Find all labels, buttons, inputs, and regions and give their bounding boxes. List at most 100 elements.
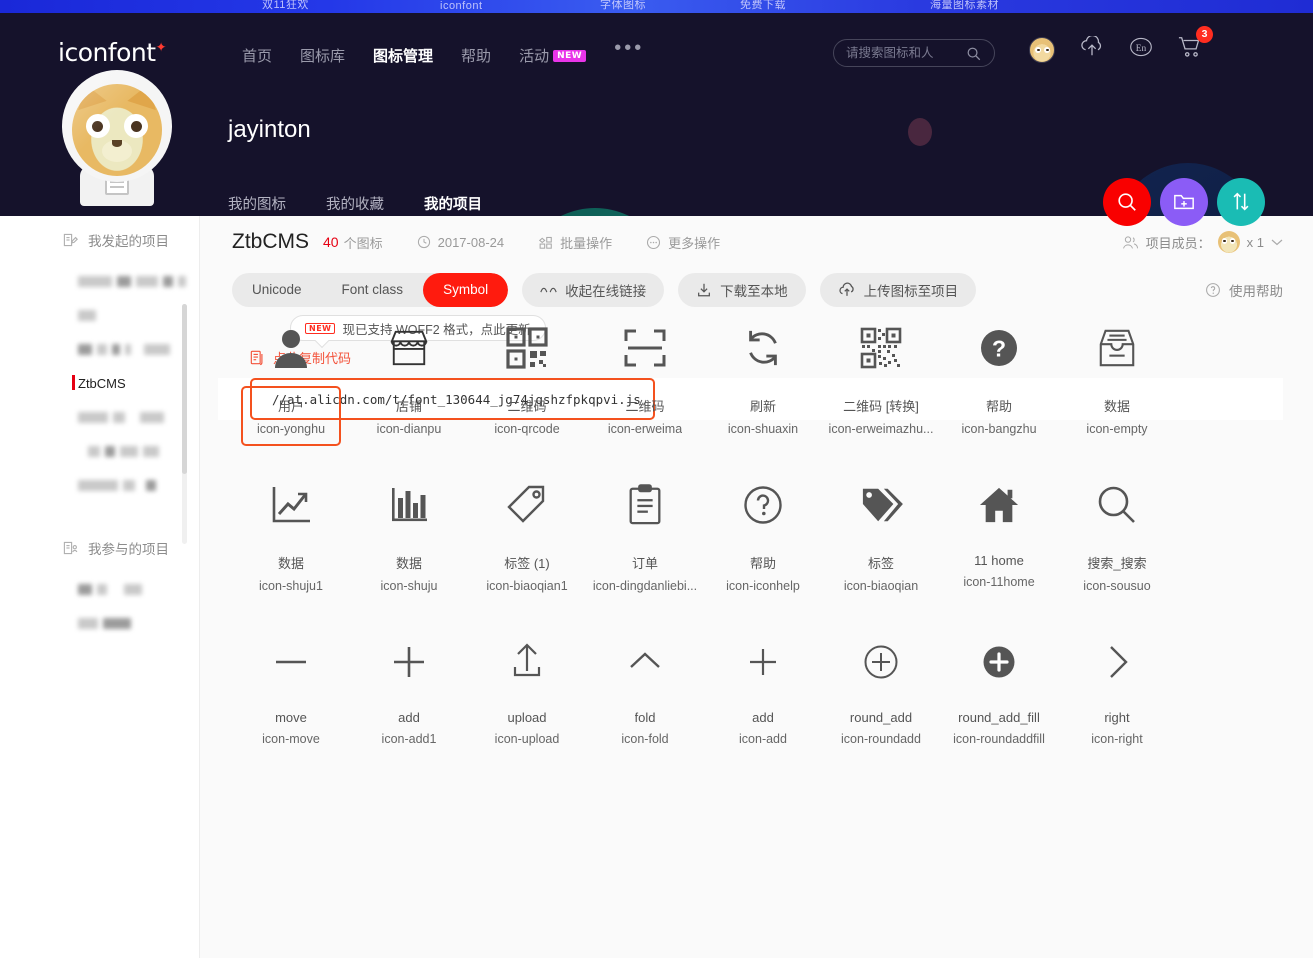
icon-item-dingdanliebiao[interactable]: 订单 icon-dingdanliebi... xyxy=(586,457,704,614)
qrcode-dense-icon xyxy=(860,310,902,386)
icon-code: icon-roundaddfill xyxy=(953,732,1045,746)
icon-item-erweima[interactable]: 二维码 icon-erweima xyxy=(586,300,704,457)
icon-item-shuju[interactable]: 数据 icon-shuju xyxy=(350,457,468,614)
project-date: 2017-08-24 xyxy=(417,234,505,250)
icon-item-shuju1[interactable]: 数据 icon-shuju1 xyxy=(232,457,350,614)
avatar-helmet xyxy=(62,70,172,182)
promo-banner[interactable]: 双11狂欢 iconfont 字体图标 免费下载 海量图标素材 xyxy=(0,0,1313,13)
icon-name: 二维码 xyxy=(625,399,665,414)
sidebar-project-item[interactable] xyxy=(0,606,199,640)
more-operation-button[interactable]: 更多操作 xyxy=(646,233,720,252)
icon-item-upload[interactable]: upload icon-upload xyxy=(468,614,586,771)
chevron-down-icon[interactable] xyxy=(1271,238,1283,246)
tab-label: 我的图标 xyxy=(228,197,286,213)
sidebar-project-item[interactable] xyxy=(0,264,199,298)
nav-item-home[interactable]: 首页 xyxy=(228,41,286,70)
icon-item-bangzhu[interactable]: ? 帮助 icon-bangzhu xyxy=(940,300,1058,457)
icon-item-roundadd[interactable]: round_add icon-roundadd xyxy=(822,614,940,771)
sidebar: 我发起的项目 ZtbCMS 我参与的项目 xyxy=(0,216,200,958)
icon-name: 搜索_搜索 xyxy=(1087,556,1147,571)
tab-label: 我的项目 xyxy=(424,197,482,213)
upload-icons-label: 上传图标至项目 xyxy=(863,284,959,299)
home-icon xyxy=(978,467,1020,543)
ellipsis-circle-icon xyxy=(647,235,661,249)
user-avatar-button[interactable] xyxy=(1029,36,1055,63)
search-input[interactable] xyxy=(846,46,966,60)
avatar-helmet-glass xyxy=(62,70,172,182)
icon-item-11home[interactable]: 11 home icon-11home xyxy=(940,457,1058,614)
usage-help-link[interactable]: 使用帮助 xyxy=(1205,280,1283,300)
tab-my-icons[interactable]: 我的图标 xyxy=(228,193,286,216)
icon-item-right[interactable]: right icon-right xyxy=(1058,614,1176,771)
sidebar-section-joined: 我参与的项目 xyxy=(0,524,199,572)
language-button[interactable]: En xyxy=(1129,35,1153,64)
icon-item-sousuo[interactable]: 搜索_搜索 icon-sousuo xyxy=(1058,457,1176,614)
float-search-button[interactable] xyxy=(1103,178,1151,226)
icon-item-biaoqian[interactable]: 标签 icon-biaoqian xyxy=(822,457,940,614)
upload-button[interactable] xyxy=(1079,34,1105,63)
sidebar-project-item[interactable] xyxy=(0,572,199,606)
icon-item-roundaddfill[interactable]: round_add_fill icon-roundaddfill xyxy=(940,614,1058,771)
nav-item-icon-library[interactable]: 图标库 xyxy=(286,41,359,70)
header-icons: En 3 xyxy=(1029,26,1213,64)
icon-name: 二维码 xyxy=(507,399,547,414)
sidebar-project-item-ztbcms[interactable]: ZtbCMS xyxy=(0,366,199,400)
tab-my-favorites[interactable]: 我的收藏 xyxy=(326,193,384,216)
icon-name: 帮助 xyxy=(985,399,1012,414)
cart-button[interactable]: 3 xyxy=(1177,26,1213,64)
icon-code: icon-add xyxy=(739,732,787,746)
project-members[interactable]: 项目成员： x 1 xyxy=(1122,231,1283,253)
sidebar-project-item[interactable] xyxy=(0,468,199,502)
icon-code: icon-iconhelp xyxy=(726,579,800,593)
language-icon: En xyxy=(1130,37,1152,57)
icon-item-erweimazhuanhuan[interactable]: 二维码 [转换] icon-erweimazhu... xyxy=(822,300,940,457)
sidebar-project-item[interactable] xyxy=(0,332,199,366)
qrcode-icon xyxy=(505,310,549,386)
icon-item-iconhelp[interactable]: 帮助 icon-iconhelp xyxy=(704,457,822,614)
tab-my-projects[interactable]: 我的项目 xyxy=(424,193,482,216)
icon-item-shuaxin[interactable]: 刷新 icon-shuaxin xyxy=(704,300,822,457)
collapse-online-link-label: 收起在线链接 xyxy=(565,284,647,299)
project-date-label: 2017-08-24 xyxy=(437,234,505,250)
line-chart-icon xyxy=(270,467,312,543)
sidebar-project-item[interactable] xyxy=(0,400,199,434)
profile-avatar[interactable] xyxy=(62,70,172,206)
nav-item-help[interactable]: 帮助 xyxy=(447,41,505,70)
page-title: jayinton xyxy=(228,116,311,143)
float-new-project-button[interactable] xyxy=(1160,178,1208,226)
promo-fragment: 双11狂欢 xyxy=(262,0,309,11)
global-search[interactable] xyxy=(833,39,995,67)
batch-operation-button[interactable]: 批量操作 xyxy=(538,233,612,252)
sidebar-project-item[interactable] xyxy=(0,298,199,332)
more-operation-label: 更多操作 xyxy=(668,235,721,251)
icon-item-yonghu[interactable]: 用户 icon-yonghu xyxy=(232,300,350,457)
icon-item-move[interactable]: move icon-move xyxy=(232,614,350,771)
icon-name: add xyxy=(752,710,774,725)
clipboard-icon xyxy=(626,467,664,543)
icon-item-qrcode[interactable]: 二维码 icon-qrcode xyxy=(468,300,586,457)
site-logo[interactable]: iconfont✦ xyxy=(58,38,167,67)
icon-item-biaoqian1[interactable]: 标签 (1) icon-biaoqian1 xyxy=(468,457,586,614)
icon-item-dianpu[interactable]: 店铺 icon-dianpu xyxy=(350,300,468,457)
plus-circle-filled-icon xyxy=(978,624,1020,700)
magnifier-icon xyxy=(1096,467,1138,543)
promo-fragment: 字体图标 xyxy=(600,0,646,11)
logo-star-icon: ✦ xyxy=(155,40,167,56)
icon-code: icon-erweimazhu... xyxy=(828,422,934,436)
svg-text:En: En xyxy=(1136,44,1147,54)
nav-item-icon-management[interactable]: 图标管理 xyxy=(359,41,447,70)
float-sort-button[interactable] xyxy=(1217,178,1265,226)
icon-item-empty[interactable]: 数据 icon-empty xyxy=(1058,300,1176,457)
icon-code: icon-yonghu xyxy=(256,422,326,436)
icon-item-fold[interactable]: fold icon-fold xyxy=(586,614,704,771)
icon-item-add1[interactable]: add icon-add1 xyxy=(350,614,468,771)
icon-code: icon-upload xyxy=(494,732,560,746)
icon-item-add[interactable]: add icon-add xyxy=(704,614,822,771)
nav-item-activity[interactable]: 活动 NEW xyxy=(505,41,600,70)
icon-name: 数据 xyxy=(395,556,422,571)
sidebar-project-item[interactable] xyxy=(0,434,199,468)
tags-filled-icon xyxy=(859,467,903,543)
nav-more-icon[interactable]: ••• xyxy=(600,37,658,70)
icon-code: icon-shuaxin xyxy=(727,422,799,436)
sidebar-scrollbar-thumb[interactable] xyxy=(182,304,187,474)
